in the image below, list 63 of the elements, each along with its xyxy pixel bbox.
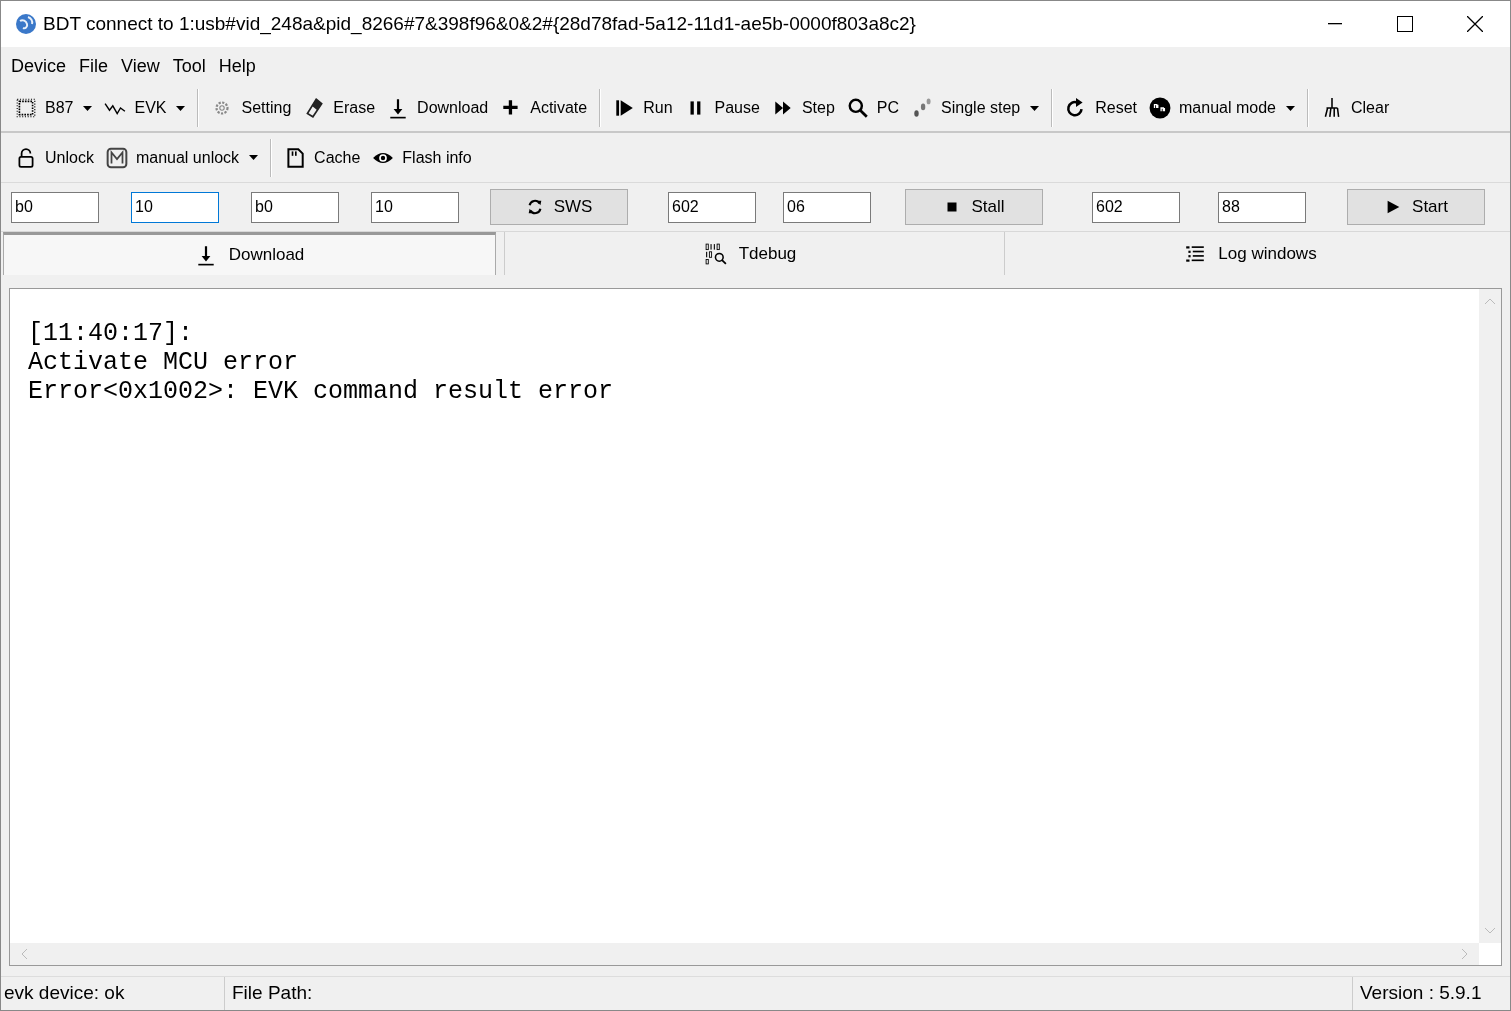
input-field[interactable]: 602 [668, 191, 756, 223]
menu-item[interactable]: View [115, 52, 166, 80]
menu-item[interactable]: Device [5, 52, 73, 80]
toolbar-button[interactable]: B87 [9, 90, 99, 126]
input-field[interactable]: b0 [11, 191, 99, 223]
eraser-icon [303, 97, 326, 119]
close-icon [1467, 16, 1483, 32]
input-field[interactable]: 10 [131, 191, 219, 223]
action-button[interactable]: Start [1347, 189, 1485, 225]
toolbar-button[interactable]: PC [840, 90, 906, 126]
toolbar-button[interactable]: EVK [98, 90, 192, 126]
toolbar-button[interactable]: Setting [205, 90, 298, 126]
window-title: BDT connect to 1:usb#vid_248a&pid_8266#7&398f96&0&2#{28d78fad-5a12-11d1-ae5b-0000f803a8c2} [43, 11, 916, 37]
action-button[interactable]: Stall [905, 189, 1043, 225]
toolbar-button[interactable]: Flash info [366, 139, 478, 176]
maximize-icon [1397, 16, 1413, 32]
log-output: [11:40:17]: Activate MCU error Error<0x1002>: EVK command result error [27, 318, 615, 408]
toolbar-button[interactable]: Step [765, 90, 841, 126]
chip-icon [15, 97, 37, 119]
mode-icon [1149, 97, 1172, 119]
minimize-icon [1328, 23, 1342, 25]
version-label: Version : 5.9.1 [1352, 977, 1510, 1010]
input-field[interactable]: b0 [251, 191, 339, 223]
file-path-label: File Path: [231, 981, 314, 1006]
menu-item[interactable]: Tool [166, 52, 212, 80]
scroll-down-icon[interactable] [1484, 927, 1496, 935]
toolbar-button[interactable]: manual mode [1143, 90, 1301, 126]
caret-icon [1030, 105, 1040, 111]
binary-search-icon [704, 242, 727, 265]
toolbar-button[interactable]: Cache [278, 139, 367, 176]
search-icon [846, 97, 869, 119]
toolbar-button[interactable]: Single step [905, 90, 1046, 126]
action-button[interactable]: SWS [490, 189, 628, 225]
toolbar-button[interactable]: Erase [297, 90, 382, 126]
caret-icon [1286, 105, 1295, 111]
toolbar-button[interactable]: Download [381, 90, 495, 126]
toolbar-button[interactable]: Run [607, 90, 679, 126]
tab[interactable]: Download [3, 232, 496, 275]
caret-icon [249, 155, 259, 160]
scroll-right-icon[interactable] [1461, 948, 1469, 960]
toolbar-button[interactable]: Pause [678, 90, 766, 126]
input-field[interactable]: 06 [783, 191, 871, 223]
footprints-icon [911, 97, 934, 119]
memory-card-icon [284, 146, 307, 169]
input-field[interactable]: 602 [1092, 191, 1180, 223]
menu-item[interactable]: File [73, 52, 115, 80]
input-field[interactable]: 88 [1218, 191, 1306, 223]
scroll-up-icon[interactable] [1484, 297, 1496, 305]
caret-icon [176, 105, 186, 111]
device-status: evk device: ok [1, 977, 225, 1010]
toolbar-button[interactable]: manual unlock [99, 139, 265, 176]
horizontal-scrollbar[interactable] [10, 943, 1479, 965]
app-globe-icon [15, 13, 37, 35]
menu-item[interactable]: Help [212, 52, 262, 80]
toolbar-button[interactable]: Activate [494, 90, 594, 126]
caret-icon [83, 105, 93, 111]
toolbar-button[interactable]: Clear [1315, 90, 1396, 126]
scroll-left-icon[interactable] [20, 948, 28, 960]
toolbar-button[interactable]: Reset [1059, 90, 1144, 126]
m-square-icon [105, 146, 128, 169]
toolbar-button[interactable]: Unlock [9, 139, 100, 176]
input-field[interactable]: 10 [371, 191, 459, 223]
vertical-scrollbar[interactable] [1479, 289, 1501, 943]
